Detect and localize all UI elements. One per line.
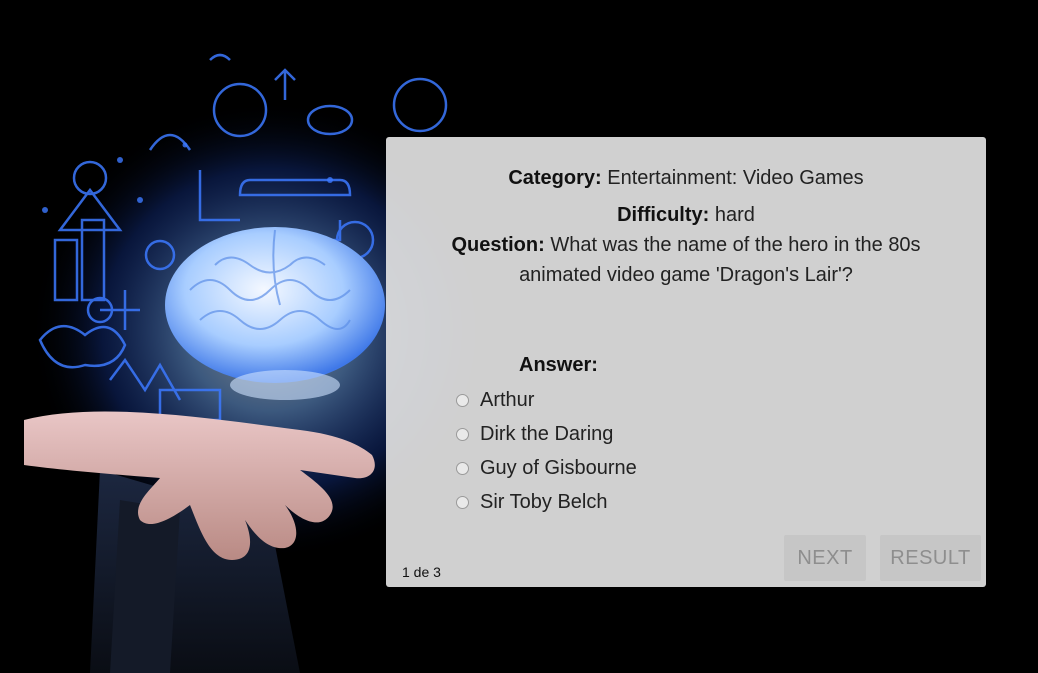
quiz-card: Category: Entertainment: Video Games Dif… bbox=[386, 137, 986, 587]
category-label: Category: bbox=[508, 167, 602, 189]
difficulty-line: Difficulty: hard bbox=[386, 200, 986, 230]
answer-option-label: Sir Toby Belch bbox=[480, 490, 608, 513]
answer-option-label: Arthur bbox=[480, 388, 535, 411]
question-text: What was the name of the hero in the 80s… bbox=[519, 234, 921, 286]
result-button[interactable]: RESULT bbox=[880, 535, 981, 581]
radio-button[interactable] bbox=[456, 393, 469, 407]
question-line: Question: What was the name of the hero … bbox=[426, 230, 946, 290]
radio-button[interactable] bbox=[456, 495, 469, 509]
quiz-page: Category: Entertainment: Video Games Dif… bbox=[0, 0, 1038, 673]
answer-option[interactable]: Guy of Gisbourne bbox=[456, 451, 637, 485]
answer-option[interactable]: Dirk the Daring bbox=[456, 417, 637, 451]
answer-option-label: Dirk the Daring bbox=[480, 422, 614, 445]
difficulty-label: Difficulty: bbox=[617, 204, 710, 226]
category-line: Category: Entertainment: Video Games bbox=[386, 163, 986, 193]
next-button[interactable]: NEXT bbox=[784, 535, 866, 581]
question-counter: 1 de 3 bbox=[402, 564, 441, 580]
answer-option-label: Guy of Gisbourne bbox=[480, 456, 637, 479]
answer-label: Answer: bbox=[519, 354, 598, 376]
answer-option[interactable]: Sir Toby Belch bbox=[456, 485, 637, 519]
question-label: Question: bbox=[451, 234, 545, 256]
category-value: Entertainment: Video Games bbox=[607, 167, 864, 189]
radio-button[interactable] bbox=[456, 461, 469, 475]
difficulty-value: hard bbox=[714, 204, 755, 226]
answer-option[interactable]: Arthur bbox=[456, 383, 637, 417]
answer-options: Arthur Dirk the Daring Guy of Gisbourne … bbox=[456, 383, 637, 519]
radio-button[interactable] bbox=[456, 427, 469, 441]
